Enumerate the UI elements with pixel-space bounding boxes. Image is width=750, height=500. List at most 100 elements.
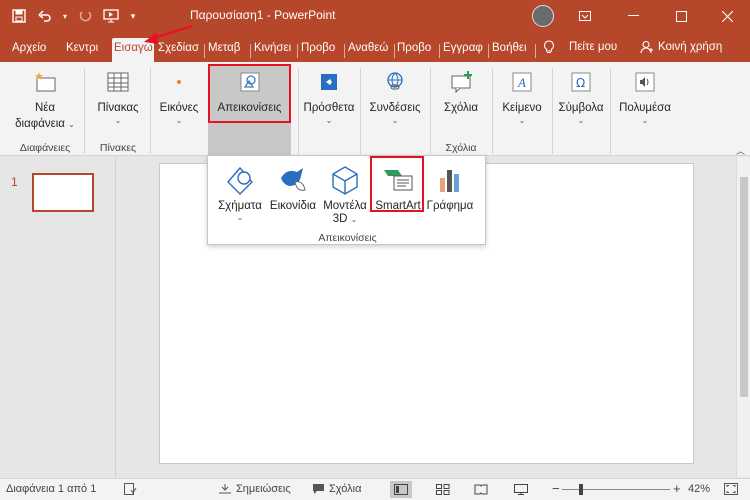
undo-dropdown[interactable]: ▾ xyxy=(60,6,70,26)
chart-button[interactable]: Γράφημα xyxy=(424,164,476,213)
table-button[interactable]: Πίνακας ⌄ xyxy=(90,70,146,126)
symbols-label: Σύμβολα xyxy=(558,102,604,114)
avatar[interactable] xyxy=(532,5,554,27)
comment-button[interactable]: Σχόλια xyxy=(434,70,488,116)
slide-thumbnail[interactable] xyxy=(32,173,94,212)
svg-text:A: A xyxy=(517,75,526,90)
tab-separator xyxy=(488,44,489,58)
images-button[interactable]: Εικόνες ⌄ xyxy=(154,70,204,126)
tab-separator xyxy=(439,44,440,58)
symbols-button[interactable]: Ω Σύμβολα ⌄ xyxy=(556,70,606,126)
illustrations-highlight-box xyxy=(208,64,291,123)
zoom-slider-track[interactable] xyxy=(562,489,670,490)
tab-separator xyxy=(297,44,298,58)
maximize-button[interactable] xyxy=(658,0,704,32)
icons-button[interactable]: Εικονίδια xyxy=(266,164,320,213)
links-button[interactable]: Συνδέσεις ⌄ xyxy=(364,70,426,126)
ribbon-tabs: Αρχείο Κεντρι Εισαγω Σχεδίασ Μεταβ Κινήσ… xyxy=(0,32,750,62)
normal-view-button[interactable] xyxy=(390,481,412,498)
present-button[interactable] xyxy=(100,6,122,26)
tell-me-search[interactable]: Πείτε μου xyxy=(543,40,617,54)
redo-button[interactable] xyxy=(74,6,96,26)
slideshow-view-button[interactable] xyxy=(510,481,532,498)
tab-help[interactable]: Βοήθει xyxy=(492,38,532,60)
zoom-out-button[interactable]: − xyxy=(552,481,560,496)
tab-separator xyxy=(204,44,205,58)
svg-text:Ω: Ω xyxy=(576,76,585,90)
minimize-button[interactable] xyxy=(610,0,656,32)
chevron-down-icon: ⌄ xyxy=(577,116,585,125)
new-slide-button[interactable]: Νέα διαφάνεια ⌄ xyxy=(8,70,82,132)
links-label: Συνδέσεις xyxy=(369,102,421,114)
3d-models-label-2: 3D xyxy=(332,213,348,225)
fit-slide-button[interactable] xyxy=(724,483,738,495)
annotation-arrow xyxy=(144,24,193,44)
slideshow-view-icon xyxy=(514,484,528,495)
close-icon xyxy=(721,10,733,22)
media-button[interactable]: Πολυμέσα ⌄ xyxy=(614,70,676,126)
tab-view[interactable]: Προβο xyxy=(397,38,435,60)
share-button[interactable]: Κοινή χρήση xyxy=(640,40,722,54)
group-separator xyxy=(430,68,431,154)
addins-icon xyxy=(317,70,341,94)
tab-transitions[interactable]: Μεταβ xyxy=(208,38,247,60)
chevron-up-icon: ︿ xyxy=(736,146,746,156)
image-icon xyxy=(167,70,191,94)
chevron-down-icon: ⌄ xyxy=(350,215,358,224)
speaker-icon xyxy=(633,70,657,94)
slide-sorter-icon xyxy=(436,484,450,495)
chevron-down-icon: ⌄ xyxy=(236,213,244,222)
accessibility-button[interactable] xyxy=(124,483,137,495)
tab-recording[interactable]: Εγγραφ xyxy=(443,38,485,60)
status-bar: Διαφάνεια 1 από 1 Σημειώσεις Σχόλια − + … xyxy=(0,478,750,500)
text-button[interactable]: A Κείμενο ⌄ xyxy=(496,70,548,126)
tab-separator xyxy=(250,44,251,58)
comment-add-icon xyxy=(449,70,473,94)
3d-models-button[interactable]: Μοντέλα 3D ⌄ xyxy=(320,164,370,226)
tab-file[interactable]: Αρχείο xyxy=(12,38,52,60)
fit-to-window-icon xyxy=(724,483,738,495)
zoom-level[interactable]: 42% xyxy=(688,483,710,495)
addins-button[interactable]: Πρόσθετα ⌄ xyxy=(302,70,356,126)
notes-label: Σημειώσεις xyxy=(236,483,291,495)
tell-me-label: Πείτε μου xyxy=(569,41,618,53)
maximize-icon xyxy=(675,10,687,22)
zoom-in-button[interactable]: + xyxy=(673,481,681,496)
vertical-scrollbar[interactable] xyxy=(736,157,750,477)
tab-separator xyxy=(394,44,395,58)
customize-qat-button[interactable]: ▾ xyxy=(126,6,140,26)
3d-models-label-1: Μοντέλα xyxy=(323,200,367,212)
scrollbar-thumb[interactable] xyxy=(740,177,748,397)
cube-3d-icon xyxy=(329,164,361,196)
accessibility-check-icon xyxy=(124,483,137,495)
window-title: Παρουσίαση1 - PowerPoint xyxy=(190,8,336,22)
new-slide-label-2: διαφάνεια xyxy=(15,118,65,130)
shapes-icon xyxy=(224,164,256,196)
slideshow-icon xyxy=(103,9,119,23)
tab-review[interactable]: Αναθεώ xyxy=(348,38,392,60)
title-bar: ▾ ▾ Παρουσίαση1 - PowerPoint xyxy=(0,0,750,32)
redo-icon xyxy=(79,11,92,22)
tab-animations[interactable]: Κινήσει xyxy=(254,38,294,60)
slide-number: 1 xyxy=(11,175,18,189)
ribbon-display-options-button[interactable] xyxy=(562,0,608,32)
collapse-ribbon-button[interactable]: ︿ xyxy=(736,144,745,157)
undo-button[interactable] xyxy=(34,6,56,26)
bar-chart-icon xyxy=(434,164,466,196)
undo-icon xyxy=(38,10,51,22)
media-label: Πολυμέσα xyxy=(619,102,671,114)
tab-slideshow[interactable]: Προβο xyxy=(301,38,341,60)
dropdown-group-label: Απεικονίσεις xyxy=(318,232,377,244)
chevron-down-icon: ⌄ xyxy=(175,116,183,125)
shapes-button[interactable]: Σχήματα ⌄ xyxy=(214,164,266,223)
close-button[interactable] xyxy=(704,0,750,32)
group-separator xyxy=(492,68,493,154)
zoom-slider-knob[interactable] xyxy=(579,484,584,495)
normal-view-icon xyxy=(394,484,408,495)
reading-view-button[interactable] xyxy=(470,481,492,498)
notes-button[interactable]: Σημειώσεις xyxy=(218,483,291,495)
comments-pane-button[interactable]: Σχόλια xyxy=(312,483,362,495)
tab-home[interactable]: Κεντρι xyxy=(66,38,106,60)
slide-sorter-button[interactable] xyxy=(432,481,454,498)
save-button[interactable] xyxy=(8,6,30,26)
